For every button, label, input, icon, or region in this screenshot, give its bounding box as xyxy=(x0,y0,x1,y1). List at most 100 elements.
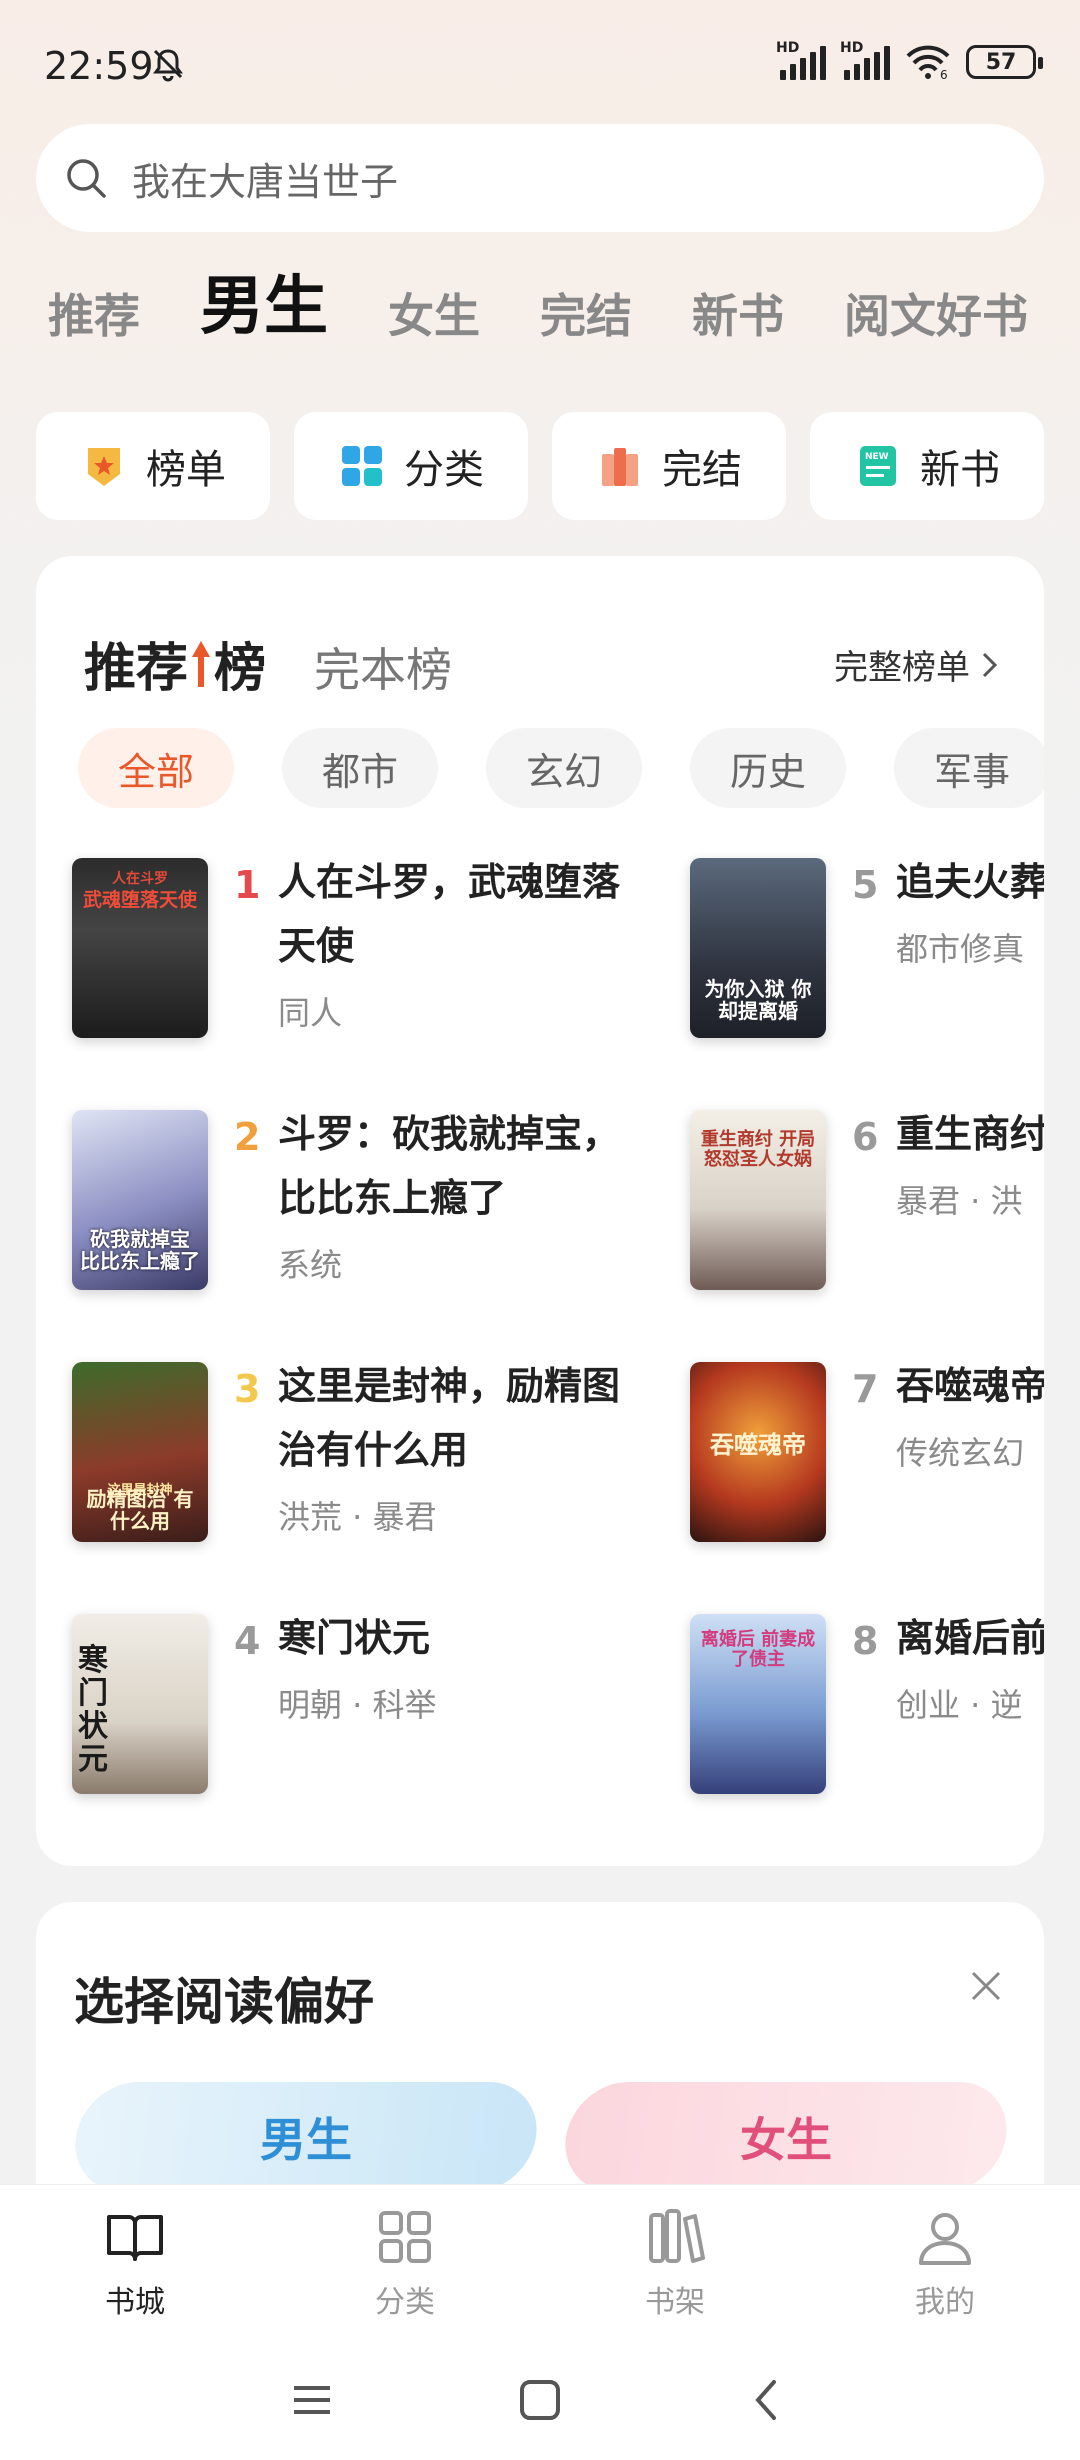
book-title: 人在斗罗，武魂堕落天使 xyxy=(278,860,621,968)
cover-text: 离婚后 前妻成了债主 xyxy=(700,1629,816,1670)
cover-text: 为你入狱 你却提离婚 xyxy=(704,977,812,1023)
cover-text: 武魂堕落天使 xyxy=(82,889,197,911)
shortcut-ranking[interactable]: 榜单 xyxy=(36,412,270,520)
back-icon[interactable] xyxy=(744,2376,792,2424)
tab-good-books[interactable]: 阅文好书 xyxy=(844,293,1028,339)
menu-icon[interactable] xyxy=(288,2376,336,2424)
user-icon xyxy=(919,2212,971,2265)
book-cover: 重生商纣 开局怒怼圣人女娲 xyxy=(690,1110,826,1290)
shortcut-category[interactable]: 分类 xyxy=(294,412,528,520)
book-item[interactable]: 吞噬魂帝 7 吞噬魂帝 传统玄幻 xyxy=(690,1362,1044,1542)
book-cover: 离婚后 前妻成了债主 xyxy=(690,1614,826,1794)
book-title: 斗罗：砍我就掉宝，比比东上瘾了 xyxy=(278,1112,621,1220)
cover-text: 寒门状元 xyxy=(78,1643,108,1777)
rank-number: 7 xyxy=(852,1367,879,1411)
book-tags: 同人 xyxy=(278,994,343,1032)
rank-number: 2 xyxy=(234,1115,261,1159)
book-item[interactable]: 砍我就掉宝 比比东上瘾了 2 斗罗：砍我就掉宝，比比东上瘾了 系统 xyxy=(72,1110,638,1290)
pref-female-label: 女生 xyxy=(740,2113,832,2167)
pref-male-label: 男生 xyxy=(260,2113,352,2167)
grid-icon xyxy=(342,446,382,486)
grid-icon xyxy=(379,2210,431,2263)
book-title: 寒门状元 xyxy=(278,1616,431,1660)
rank-number: 4 xyxy=(234,1619,261,1663)
shortcut-ranking-label: 榜单 xyxy=(146,447,226,493)
rank-number: 6 xyxy=(852,1115,879,1159)
wifi-icon: 6 xyxy=(906,45,950,80)
book-title: 追夫火葬场，老婆后悔 xyxy=(896,860,1044,904)
shortcut-new-label: 新书 xyxy=(920,447,1000,493)
rank-number: 1 xyxy=(234,863,261,907)
rank-number: 5 xyxy=(852,863,879,907)
svg-text:6: 6 xyxy=(940,68,948,80)
hd-label-2: HD xyxy=(840,40,864,56)
book-tags: 传统玄幻 xyxy=(896,1434,1025,1472)
status-bar: 22:59 HD HD 6 57 xyxy=(0,0,1080,130)
book-tags: 明朝 · 科举 xyxy=(278,1686,437,1724)
nav-profile-label: 我的 xyxy=(915,2284,975,2320)
nav-bookstore[interactable]: 书城 xyxy=(0,2185,270,2340)
signal-icon: HD xyxy=(776,40,826,80)
book-item[interactable]: 为你入狱 你却提离婚 5 追夫火葬场，老婆后悔 都市修真 xyxy=(690,858,1044,1038)
book-title: 离婚后前妻成了借主 xyxy=(896,1616,1044,1660)
book-item[interactable]: 离婚后 前妻成了债主 8 离婚后前妻成了借主 创业 · 逆 xyxy=(690,1614,1044,1794)
nav-category[interactable]: 分类 xyxy=(270,2185,540,2340)
book-tags: 创业 · 逆 xyxy=(896,1686,1023,1724)
tab-finished[interactable]: 完结 xyxy=(540,293,632,339)
medal-icon xyxy=(88,448,120,486)
tab-male[interactable]: 男生 xyxy=(200,275,328,339)
book-item[interactable]: 重生商纣 开局怒怼圣人女娲 6 重生商纣，怼圣人女 暴君 · 洪 xyxy=(690,1110,1044,1290)
home-icon[interactable] xyxy=(516,2376,564,2424)
book-cover: 吞噬魂帝 xyxy=(690,1362,826,1542)
books-icon xyxy=(602,448,638,486)
rank-number: 3 xyxy=(234,1367,261,1411)
hd-label: HD xyxy=(776,40,800,56)
book-title: 吞噬魂帝 xyxy=(896,1364,1044,1408)
close-icon[interactable] xyxy=(968,1968,1004,2004)
pref-male-button[interactable]: 男生 xyxy=(68,2082,544,2192)
pref-title: 选择阅读偏好 xyxy=(74,1973,374,2031)
pref-female-button[interactable]: 女生 xyxy=(558,2082,1014,2192)
rank-book-list: 人在斗罗 武魂堕落天使 1 人在斗罗，武魂堕落天使 同人 砍我就掉宝 比比东上瘾… xyxy=(36,556,1044,1866)
shortcut-finished-label: 完结 xyxy=(662,447,742,493)
book-cover: 这里是封神 励精图治 有什么用 xyxy=(72,1362,208,1542)
svg-text:NEW: NEW xyxy=(865,452,889,462)
cover-text-top: 人在斗罗 xyxy=(112,871,168,887)
new-doc-icon: NEW xyxy=(860,446,896,486)
nav-category-label: 分类 xyxy=(375,2284,435,2320)
book-title: 重生商纣，怼圣人女 xyxy=(896,1112,1044,1156)
book-tags: 系统 xyxy=(278,1246,343,1284)
book-item[interactable]: 寒门状元 4 寒门状元 明朝 · 科举 xyxy=(72,1614,638,1794)
nav-bookshelf-label: 书架 xyxy=(645,2284,705,2320)
book-item[interactable]: 这里是封神 励精图治 有什么用 3 这里是封神，励精图治有什么用 洪荒 · 暴君 xyxy=(72,1362,638,1542)
signal-icon-2: HD xyxy=(840,40,890,80)
tab-female[interactable]: 女生 xyxy=(388,293,480,339)
book-tags: 洪荒 · 暴君 xyxy=(278,1498,437,1536)
shortcut-category-label: 分类 xyxy=(404,447,484,493)
shortcut-new[interactable]: NEW 新书 xyxy=(810,412,1044,520)
search-icon xyxy=(67,159,106,198)
nav-profile[interactable]: 我的 xyxy=(810,2185,1080,2340)
book-cover: 砍我就掉宝 比比东上瘾了 xyxy=(72,1110,208,1290)
book-open-icon xyxy=(107,2214,163,2261)
rank-number: 8 xyxy=(852,1619,879,1663)
cover-text: 重生商纣 开局怒怼圣人女娲 xyxy=(700,1129,816,1170)
nav-bookshelf[interactable]: 书架 xyxy=(540,2185,810,2340)
tab-new[interactable]: 新书 xyxy=(692,293,784,339)
tab-recommend[interactable]: 推荐 xyxy=(48,293,140,339)
top-tabs: 推荐 男生 女生 完结 新书 阅文好书 xyxy=(48,275,1080,339)
system-nav-bar xyxy=(0,2340,1080,2460)
bookshelf-icon xyxy=(649,2208,705,2263)
nav-bookstore-label: 书城 xyxy=(105,2284,165,2320)
book-tags: 暴君 · 洪 xyxy=(896,1182,1023,1220)
book-cover: 寒门状元 xyxy=(72,1614,208,1794)
battery-icon: 57 xyxy=(966,45,1043,79)
search-placeholder: 我在大唐当世子 xyxy=(132,159,399,204)
shortcut-row: 榜单 分类 完结 NEW 新书 xyxy=(36,412,1044,520)
book-cover: 人在斗罗 武魂堕落天使 xyxy=(72,858,208,1038)
search-bar[interactable]: 我在大唐当世子 xyxy=(36,124,1044,232)
cover-text: 励精图治 有什么用 xyxy=(86,1487,194,1533)
book-item[interactable]: 人在斗罗 武魂堕落天使 1 人在斗罗，武魂堕落天使 同人 xyxy=(72,858,638,1038)
book-tags: 都市修真 xyxy=(896,930,1025,968)
shortcut-finished[interactable]: 完结 xyxy=(552,412,786,520)
